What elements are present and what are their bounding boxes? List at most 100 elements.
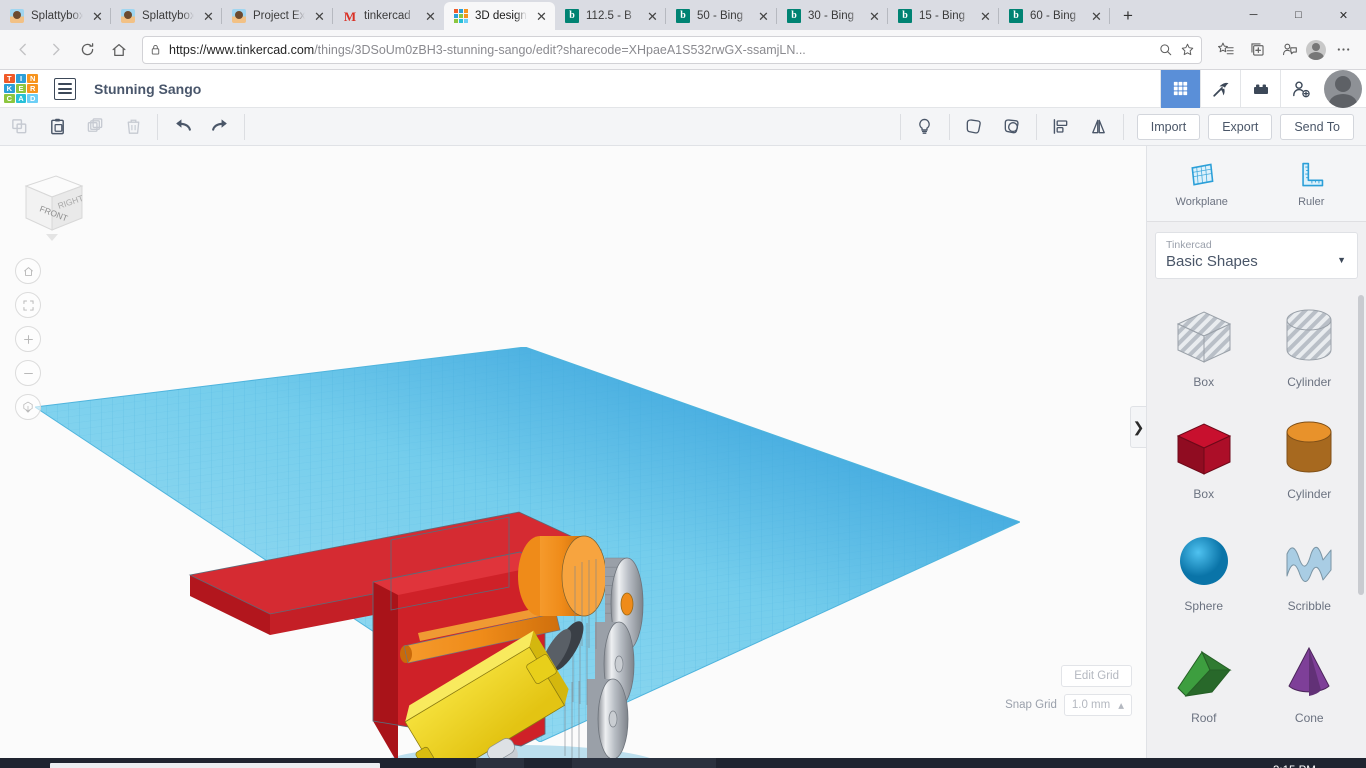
close-window-button[interactable]: ✕ (1321, 0, 1366, 30)
project-menu-icon[interactable] (54, 77, 76, 100)
close-icon[interactable]: ✕ (978, 9, 993, 24)
photos-button[interactable] (668, 758, 716, 768)
favorites-bar-icon[interactable] (1210, 35, 1240, 65)
design-canvas[interactable]: FRONT RIGHT Edit Grid Snap Grid 1.0 mm ▴… (0, 146, 1146, 758)
clock-time: 3:15 PM (1273, 764, 1316, 768)
collapse-panel-button[interactable]: ❯ (1130, 406, 1146, 448)
redo-button[interactable] (201, 112, 239, 142)
close-icon[interactable]: ✕ (534, 9, 549, 24)
close-icon[interactable]: ✕ (1089, 9, 1104, 24)
home-button[interactable] (104, 35, 134, 65)
user-avatar[interactable] (1324, 69, 1362, 108)
reload-button[interactable] (72, 35, 102, 65)
collections-icon[interactable] (1242, 35, 1272, 65)
snap-grid-label: Snap Grid (1005, 699, 1057, 711)
share-profile-icon[interactable] (1274, 35, 1304, 65)
edge-browser-button[interactable] (476, 758, 524, 768)
shape-item[interactable]: Roof (1151, 629, 1257, 741)
header-app-switcher (1160, 69, 1366, 108)
workplane-grid[interactable] (35, 347, 1020, 742)
browser-tab[interactable]: b 50 - Bing ✕ (666, 2, 777, 30)
address-bar[interactable]: https://www.tinkercad.com/things/3DSoUm0… (142, 35, 1202, 64)
minecraft-pickaxe-icon[interactable] (1200, 69, 1240, 108)
zoom-out-button[interactable] (15, 360, 41, 386)
browser-tab[interactable]: Splattybox ✕ (0, 2, 111, 30)
browser-tab[interactable]: b 60 - Bing ✕ (999, 2, 1110, 30)
shape-item[interactable]: Scribble (1257, 517, 1363, 629)
zoom-in-button[interactable] (15, 326, 41, 352)
shape-item[interactable]: Box (1151, 405, 1257, 517)
shape-item[interactable]: Box (1151, 293, 1257, 405)
mail-button[interactable] (620, 758, 668, 768)
ruler-tool[interactable]: Ruler (1257, 146, 1366, 221)
toolbar-divider (244, 113, 245, 140)
perspective-toggle-button[interactable] (15, 394, 41, 420)
maximize-window-button[interactable]: □ (1276, 0, 1321, 30)
favorite-star-icon[interactable] (1180, 42, 1195, 57)
zoom-out-page-icon[interactable] (1158, 42, 1173, 57)
cortana-button[interactable] (380, 758, 428, 768)
minimize-window-button[interactable]: ─ (1231, 0, 1276, 30)
taskbar-clock[interactable]: 3:15 PM 4/27/2020 (1269, 764, 1320, 768)
close-icon[interactable]: ✕ (312, 9, 327, 24)
edit-grid-button[interactable]: Edit Grid (1061, 665, 1132, 687)
forward-button[interactable] (40, 35, 70, 65)
invite-user-icon[interactable] (1280, 69, 1320, 108)
mirror-button[interactable] (1080, 112, 1118, 142)
paste-button[interactable] (38, 112, 76, 142)
close-icon[interactable]: ✕ (201, 9, 216, 24)
export-button[interactable]: Export (1208, 113, 1273, 140)
import-button[interactable]: Import (1136, 113, 1201, 140)
close-icon[interactable]: ✕ (423, 9, 438, 24)
align-button[interactable] (1042, 112, 1080, 142)
toolbar-divider (157, 113, 158, 140)
shape-button[interactable] (955, 112, 993, 142)
browser-tab-title: 3D design (475, 10, 527, 22)
shape-label: Box (1193, 375, 1215, 389)
close-icon[interactable]: ✕ (90, 9, 105, 24)
browser-tab[interactable]: Mtinkercad ✕ (333, 2, 444, 30)
shape-item[interactable]: Cylinder (1257, 293, 1363, 405)
close-icon[interactable]: ✕ (867, 9, 882, 24)
group-button[interactable] (993, 112, 1031, 142)
copy-button[interactable] (0, 112, 38, 142)
shape-item[interactable]: Sphere (1151, 517, 1257, 629)
send-to-button[interactable]: Send To (1280, 113, 1354, 140)
snap-grid-dropdown[interactable]: 1.0 mm ▴ (1063, 694, 1132, 716)
shape-item[interactable]: Cone (1257, 629, 1363, 741)
browser-tab[interactable]: 3D design ✕ (444, 2, 555, 30)
workplane-tool[interactable]: Workplane (1147, 146, 1257, 221)
close-icon[interactable]: ✕ (756, 9, 771, 24)
task-view-button[interactable] (428, 758, 476, 768)
file-explorer-button[interactable] (572, 758, 620, 768)
panel-scrollbar[interactable] (1358, 295, 1364, 595)
delete-button[interactable] (114, 112, 152, 142)
browser-account-avatar[interactable] (1306, 39, 1326, 60)
microsoft-store-button[interactable] (524, 758, 572, 768)
undo-button[interactable] (163, 112, 201, 142)
new-tab-button[interactable]: + (1114, 2, 1142, 30)
browser-tab[interactable]: Project Exp ✕ (222, 2, 333, 30)
notifications-button[interactable]: 2 (1332, 764, 1360, 768)
home-view-button[interactable] (15, 258, 41, 284)
start-button[interactable] (0, 758, 48, 768)
tinkercad-logo-icon[interactable]: TIN KER CAD (4, 73, 38, 104)
browser-tab[interactable]: Splattybox ✕ (111, 2, 222, 30)
lego-brick-icon[interactable] (1240, 69, 1280, 108)
taskbar-search-box[interactable]: Type here to search (50, 763, 380, 768)
bing-icon: b (1008, 8, 1024, 24)
back-button[interactable] (8, 35, 38, 65)
grid-apps-icon[interactable] (1160, 69, 1200, 108)
shape-library-dropdown[interactable]: Tinkercad Basic Shapes ▼ (1155, 232, 1358, 279)
bing-icon: b (675, 8, 691, 24)
duplicate-button[interactable] (76, 112, 114, 142)
light-bulb-button[interactable] (906, 112, 944, 142)
fit-view-button[interactable] (15, 292, 41, 318)
shape-item[interactable]: Cylinder (1257, 405, 1363, 517)
view-cube[interactable]: FRONT RIGHT (12, 164, 92, 244)
browser-tab[interactable]: b 112.5 - B ✕ (555, 2, 666, 30)
close-icon[interactable]: ✕ (645, 9, 660, 24)
browser-tab[interactable]: b 30 - Bing ✕ (777, 2, 888, 30)
browser-settings-menu-icon[interactable] (1328, 35, 1358, 65)
browser-tab[interactable]: b 15 - Bing ✕ (888, 2, 999, 30)
